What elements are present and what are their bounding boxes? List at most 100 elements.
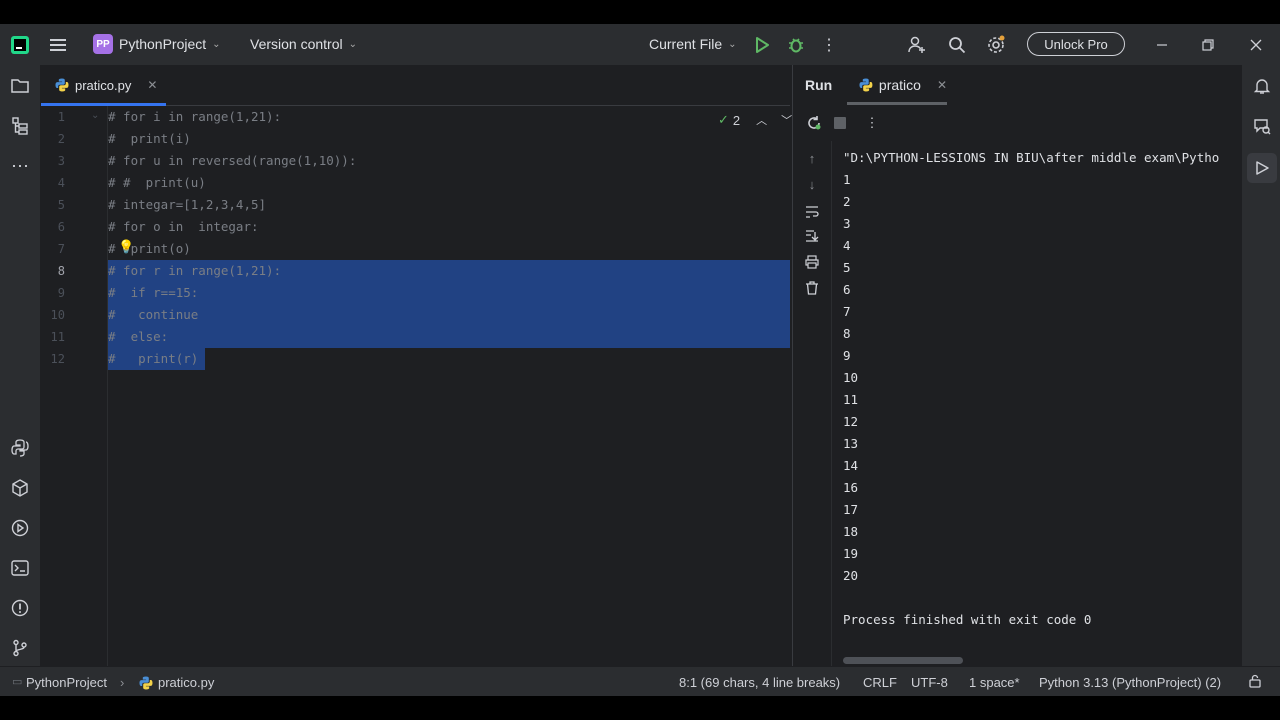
pycharm-logo-icon[interactable] xyxy=(9,34,31,56)
horizontal-scrollbar[interactable] xyxy=(843,657,963,664)
module-icon: ▭ xyxy=(12,676,23,688)
left-tool-strip: ⋯ xyxy=(0,65,41,666)
indent-setting[interactable]: 1 space* xyxy=(969,675,1020,690)
chevron-up-icon[interactable]: ︿ xyxy=(756,112,767,128)
close-window-icon[interactable] xyxy=(1245,34,1267,56)
console-line: 2 xyxy=(843,194,851,209)
code-line: # print(i) xyxy=(108,131,191,146)
run-tool-window: Run pratico ✕ ⋮ ↑ ↓ "D:\PYTHON-LESSIONS … xyxy=(792,65,1241,666)
check-icon: ✓ xyxy=(718,112,729,127)
add-user-icon[interactable] xyxy=(906,34,928,56)
chevron-down-icon: ⌄ xyxy=(348,38,357,50)
line-number: 1 xyxy=(57,110,65,124)
line-number: 2 xyxy=(57,132,65,146)
close-tab-icon[interactable]: ✕ xyxy=(147,78,157,92)
folder-icon[interactable] xyxy=(9,75,31,97)
line-number: 4 xyxy=(57,176,65,190)
run-config-selector[interactable]: Current File ⌄ xyxy=(649,36,737,52)
debug-icon[interactable] xyxy=(785,34,807,56)
code-line: # integar=[1,2,3,4,5] xyxy=(108,197,267,212)
more-options-icon[interactable]: ⋮ xyxy=(863,114,881,132)
python-console-icon[interactable] xyxy=(9,437,31,459)
run-toolbar: ⋮ xyxy=(793,105,1241,141)
code-line: # if r==15: xyxy=(108,285,199,300)
python-interpreter[interactable]: Python 3.13 (PythonProject) (2) xyxy=(1039,675,1221,690)
search-icon[interactable] xyxy=(946,34,968,56)
python-packages-icon[interactable] xyxy=(9,477,31,499)
vcs-selector[interactable]: Version control ⌄ xyxy=(250,36,357,52)
console-output[interactable]: "D:\PYTHON-LESSIONS IN BIU\after middle … xyxy=(843,147,1241,657)
code-editor[interactable]: # for i in range(1,21): # print(i) # for… xyxy=(108,106,790,666)
soft-wrap-icon[interactable] xyxy=(803,203,821,221)
console-line: 3 xyxy=(843,216,851,231)
more-tools-icon[interactable]: ⋯ xyxy=(9,155,31,177)
line-number: 9 xyxy=(57,286,65,300)
terminal-icon[interactable] xyxy=(9,557,31,579)
console-line: 20 xyxy=(843,568,859,583)
project-name: PythonProject xyxy=(119,36,207,52)
fold-arrow-icon[interactable]: ⌄ xyxy=(91,110,99,121)
breadcrumb-separator-icon: › xyxy=(120,675,125,690)
more-options-icon[interactable]: ⋮ xyxy=(818,34,840,56)
services-icon[interactable] xyxy=(9,517,31,539)
run-config-label: Current File xyxy=(649,36,723,52)
code-line: # for o in integar: xyxy=(108,219,259,234)
inspection-count: 2 xyxy=(732,112,741,128)
main-menu-icon[interactable] xyxy=(48,34,70,56)
console-exit-message: Process finished with exit code 0 xyxy=(843,612,1092,627)
run-window-icon[interactable] xyxy=(1247,153,1277,183)
trash-icon[interactable] xyxy=(803,279,821,297)
run-header: Run pratico ✕ xyxy=(793,65,1241,105)
lock-icon[interactable] xyxy=(1248,674,1262,691)
editor-tab-pratico[interactable]: pratico.py ✕ xyxy=(41,65,166,105)
code-line: # print(r) xyxy=(108,351,199,366)
tab-label: pratico.py xyxy=(75,77,132,93)
console-line: 11 xyxy=(843,392,859,407)
console-line: 8 xyxy=(843,326,851,341)
run-tab-pratico[interactable]: pratico ✕ xyxy=(847,65,947,105)
console-line: 9 xyxy=(843,348,851,363)
chevron-down-icon[interactable]: ﹀ xyxy=(781,112,792,128)
inspection-widget[interactable]: ✓ 2 ︿ ﹀ xyxy=(718,112,792,128)
settings-gear-icon[interactable] xyxy=(985,34,1007,56)
unlock-pro-button[interactable]: Unlock Pro xyxy=(1027,32,1125,56)
console-line: 4 xyxy=(843,238,851,253)
line-number: 3 xyxy=(57,154,65,168)
status-bar: ▭ PythonProject › pratico.py 8:1 (69 cha… xyxy=(0,666,1280,696)
code-line: # else: xyxy=(108,329,169,344)
notifications-bell-icon[interactable] xyxy=(1251,75,1273,97)
git-branch-icon[interactable] xyxy=(9,637,31,659)
line-number: 12 xyxy=(50,352,65,366)
chevron-down-icon: ⌄ xyxy=(212,38,221,50)
close-run-tab-icon[interactable]: ✕ xyxy=(937,78,947,92)
run-icon[interactable] xyxy=(751,34,773,56)
restore-icon[interactable] xyxy=(1197,34,1219,56)
arrow-down-icon[interactable]: ↓ xyxy=(803,175,821,193)
console-line: 17 xyxy=(843,502,859,517)
problems-icon[interactable] xyxy=(9,597,31,619)
project-selector[interactable]: PP PythonProject ⌄ xyxy=(93,34,221,54)
console-line: 5 xyxy=(843,260,851,275)
rerun-icon[interactable] xyxy=(805,114,823,132)
minimize-icon[interactable] xyxy=(1151,34,1173,56)
breadcrumb-project[interactable]: PythonProject xyxy=(26,675,107,690)
console-line: 1 xyxy=(843,172,851,187)
console-line: 18 xyxy=(843,524,859,539)
lightbulb-icon[interactable]: 💡 xyxy=(118,240,134,255)
project-badge: PP xyxy=(93,34,113,54)
structure-icon[interactable] xyxy=(9,115,31,137)
console-line: 14 xyxy=(843,458,859,473)
line-number-gutter: 1 2 3 4 5 6 7 8 9 10 11 12 ⌄ xyxy=(41,106,108,666)
file-encoding[interactable]: UTF-8 xyxy=(911,675,948,690)
print-icon[interactable] xyxy=(803,253,821,271)
line-separator[interactable]: CRLF xyxy=(863,675,897,690)
stop-icon[interactable] xyxy=(831,114,849,132)
editor-tab-bar: pratico.py ✕ xyxy=(41,65,790,106)
console-line: 12 xyxy=(843,414,859,429)
arrow-up-icon[interactable]: ↑ xyxy=(803,149,821,167)
ai-assistant-icon[interactable] xyxy=(1251,115,1273,137)
caret-position[interactable]: 8:1 (69 chars, 4 line breaks) xyxy=(679,675,840,690)
breadcrumb-file[interactable]: pratico.py xyxy=(158,675,214,690)
scroll-to-end-icon[interactable] xyxy=(803,227,821,245)
line-number: 10 xyxy=(50,308,65,322)
